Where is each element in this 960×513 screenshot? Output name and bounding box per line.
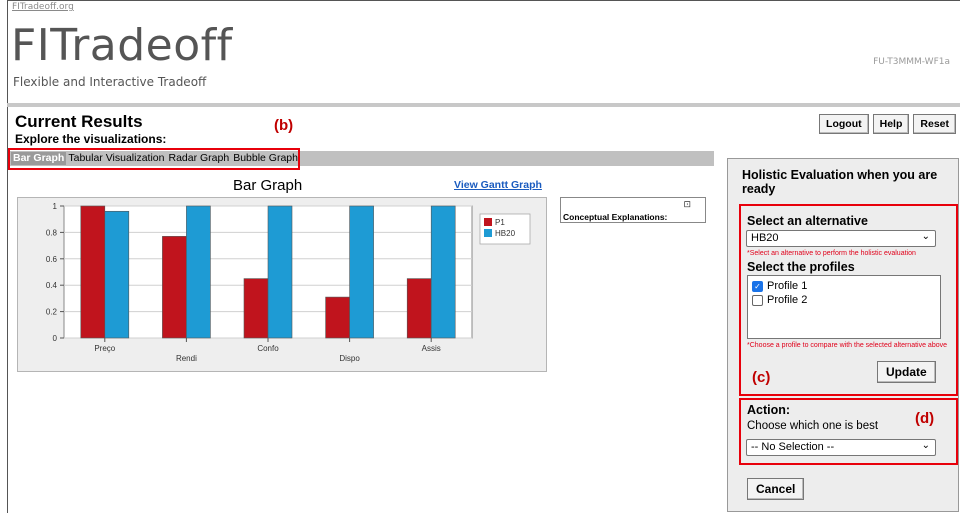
chevron-down-icon: ⌄ bbox=[921, 440, 930, 451]
annotation-b: (b) bbox=[274, 117, 294, 134]
action-label: Action: bbox=[747, 403, 791, 417]
x-tick-label: Rendi bbox=[176, 354, 197, 363]
top-buttons: Logout Help Reset bbox=[819, 114, 956, 134]
x-tick-label: Dispo bbox=[339, 354, 360, 363]
profile-1-label: Profile 1 bbox=[767, 280, 808, 292]
alternative-select[interactable]: HB20 ⌄ bbox=[746, 230, 936, 247]
legend-label: HB20 bbox=[495, 229, 516, 238]
x-tick-label: Confo bbox=[257, 344, 279, 353]
annotation-d: (d) bbox=[915, 410, 935, 427]
legend-swatch bbox=[484, 218, 492, 226]
y-tick-label: 0.4 bbox=[46, 281, 58, 290]
bar-p1-assis bbox=[406, 278, 432, 339]
profile-option-2[interactable]: Profile 2 bbox=[752, 294, 940, 306]
conceptual-explanations-box: ⊡ Conceptual Explanations: bbox=[560, 197, 706, 223]
select-alternative-label: Select an alternative bbox=[747, 214, 868, 228]
bar-p1-dispo bbox=[325, 296, 350, 339]
bar-hb20-preço bbox=[104, 210, 130, 339]
view-gantt-graph-link[interactable]: View Gantt Graph bbox=[454, 179, 542, 191]
reset-button[interactable]: Reset bbox=[913, 114, 956, 134]
highlight-box-b bbox=[8, 148, 300, 170]
page-subtitle: Explore the visualizations: bbox=[15, 132, 167, 146]
x-tick-label: Preço bbox=[94, 344, 115, 353]
y-tick-label: 1 bbox=[53, 202, 58, 211]
action-select[interactable]: -- No Selection -- ⌄ bbox=[746, 439, 936, 456]
bar-p1-confo bbox=[243, 278, 269, 339]
header-divider bbox=[7, 103, 960, 107]
holistic-title: Holistic Evaluation when you are ready bbox=[742, 168, 938, 196]
page-title: Current Results bbox=[15, 112, 143, 131]
select-profiles-label: Select the profiles bbox=[747, 260, 855, 274]
site-link[interactable]: FITradeoff.org bbox=[12, 2, 74, 12]
legend-swatch bbox=[484, 229, 492, 237]
annotation-c: (c) bbox=[752, 369, 771, 386]
profile-2-label: Profile 2 bbox=[767, 294, 808, 306]
y-tick-label: 0.8 bbox=[46, 228, 58, 237]
bar-hb20-confo bbox=[267, 205, 293, 339]
bar-hb20-assis bbox=[430, 205, 456, 339]
chevron-down-icon: ⌄ bbox=[921, 231, 930, 242]
session-code: FU-T3MMM-WF1a bbox=[873, 57, 950, 67]
help-button[interactable]: Help bbox=[872, 114, 910, 134]
expand-icon[interactable]: ⊡ bbox=[683, 200, 691, 210]
action-select-value: -- No Selection -- bbox=[751, 441, 835, 453]
profiles-hint: *Choose a profile to compare with the se… bbox=[747, 342, 948, 349]
logout-button[interactable]: Logout bbox=[819, 114, 869, 134]
y-tick-label: 0.6 bbox=[46, 255, 58, 264]
bar-hb20-rendi bbox=[186, 205, 211, 339]
action-hint: Choose which one is best bbox=[747, 420, 879, 432]
alternative-select-value: HB20 bbox=[751, 232, 779, 244]
conceptual-explanations-label: Conceptual Explanations: bbox=[563, 212, 668, 222]
y-tick-label: 0 bbox=[53, 334, 58, 343]
checkbox-checked-icon[interactable]: ✓ bbox=[752, 280, 763, 292]
alternative-hint: *Select an alternative to perform the ho… bbox=[747, 250, 916, 257]
bar-chart: 0 0.2 0.4 0.6 0.8 1 Preço Rendi Confo Dispo Assis P… bbox=[46, 202, 531, 363]
checkbox-unchecked-icon[interactable] bbox=[752, 294, 763, 306]
bar-p1-rendi bbox=[162, 236, 187, 339]
update-button[interactable]: Update bbox=[877, 361, 936, 383]
profile-option-1[interactable]: ✓ Profile 1 bbox=[752, 280, 940, 292]
brand-logo: FITradeoff bbox=[11, 20, 233, 71]
chart-title: Bar Graph bbox=[233, 177, 303, 194]
tagline: Flexible and Interactive Tradeoff bbox=[13, 75, 207, 89]
y-tick-label: 0.2 bbox=[46, 308, 58, 317]
legend-label: P1 bbox=[495, 218, 505, 227]
profiles-listbox[interactable]: ✓ Profile 1 Profile 2 bbox=[747, 275, 941, 339]
bar-chart-container: 0 0.2 0.4 0.6 0.8 1 Preço Rendi Confo Dispo Assis P… bbox=[17, 197, 547, 372]
cancel-button[interactable]: Cancel bbox=[747, 478, 805, 500]
bar-hb20-dispo bbox=[349, 205, 374, 339]
x-tick-label: Assis bbox=[422, 344, 441, 353]
bar-p1-preço bbox=[80, 205, 106, 339]
